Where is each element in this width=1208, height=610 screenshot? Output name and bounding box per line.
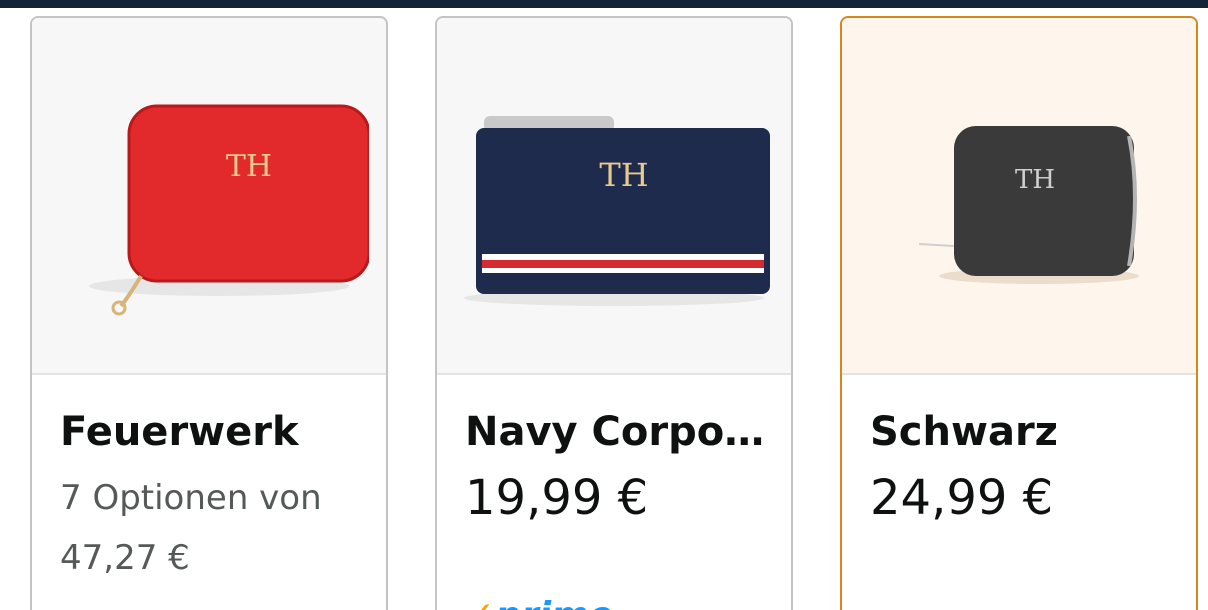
- variant-card-feuerwerk[interactable]: TH Feuerwerk 7 Optionen von 47,27 €: [30, 16, 388, 610]
- variant-card-navy-corporate[interactable]: TH Navy Corpo… 19,99 € ✓prime: [435, 16, 793, 610]
- variant-name: Feuerwerk: [60, 409, 299, 455]
- product-image: TH: [842, 18, 1196, 375]
- product-image: TH: [32, 18, 386, 375]
- variant-name: Navy Corpo…: [465, 409, 765, 455]
- red-wallet-icon: TH: [89, 104, 369, 315]
- top-navigation-bar: [0, 0, 1208, 8]
- variant-price: 19,99 €: [465, 470, 649, 526]
- black-wallet-icon: TH: [918, 125, 1139, 284]
- options-count-text: 7 Optionen von: [60, 478, 322, 518]
- variant-card-schwarz[interactable]: TH Schwarz 24,99 €: [840, 16, 1198, 610]
- variant-price: 24,99 €: [870, 470, 1054, 526]
- svg-text:TH: TH: [1015, 165, 1055, 195]
- svg-text:TH: TH: [226, 149, 272, 184]
- navy-card-holder-icon: TH: [464, 115, 770, 306]
- svg-text:TH: TH: [599, 156, 648, 194]
- variant-name: Schwarz: [870, 409, 1058, 455]
- prime-check-icon: ✓: [465, 595, 495, 610]
- options-from-price: 47,27 €: [60, 538, 190, 578]
- product-image: TH: [437, 18, 791, 375]
- prime-badge: ✓prime: [465, 596, 613, 610]
